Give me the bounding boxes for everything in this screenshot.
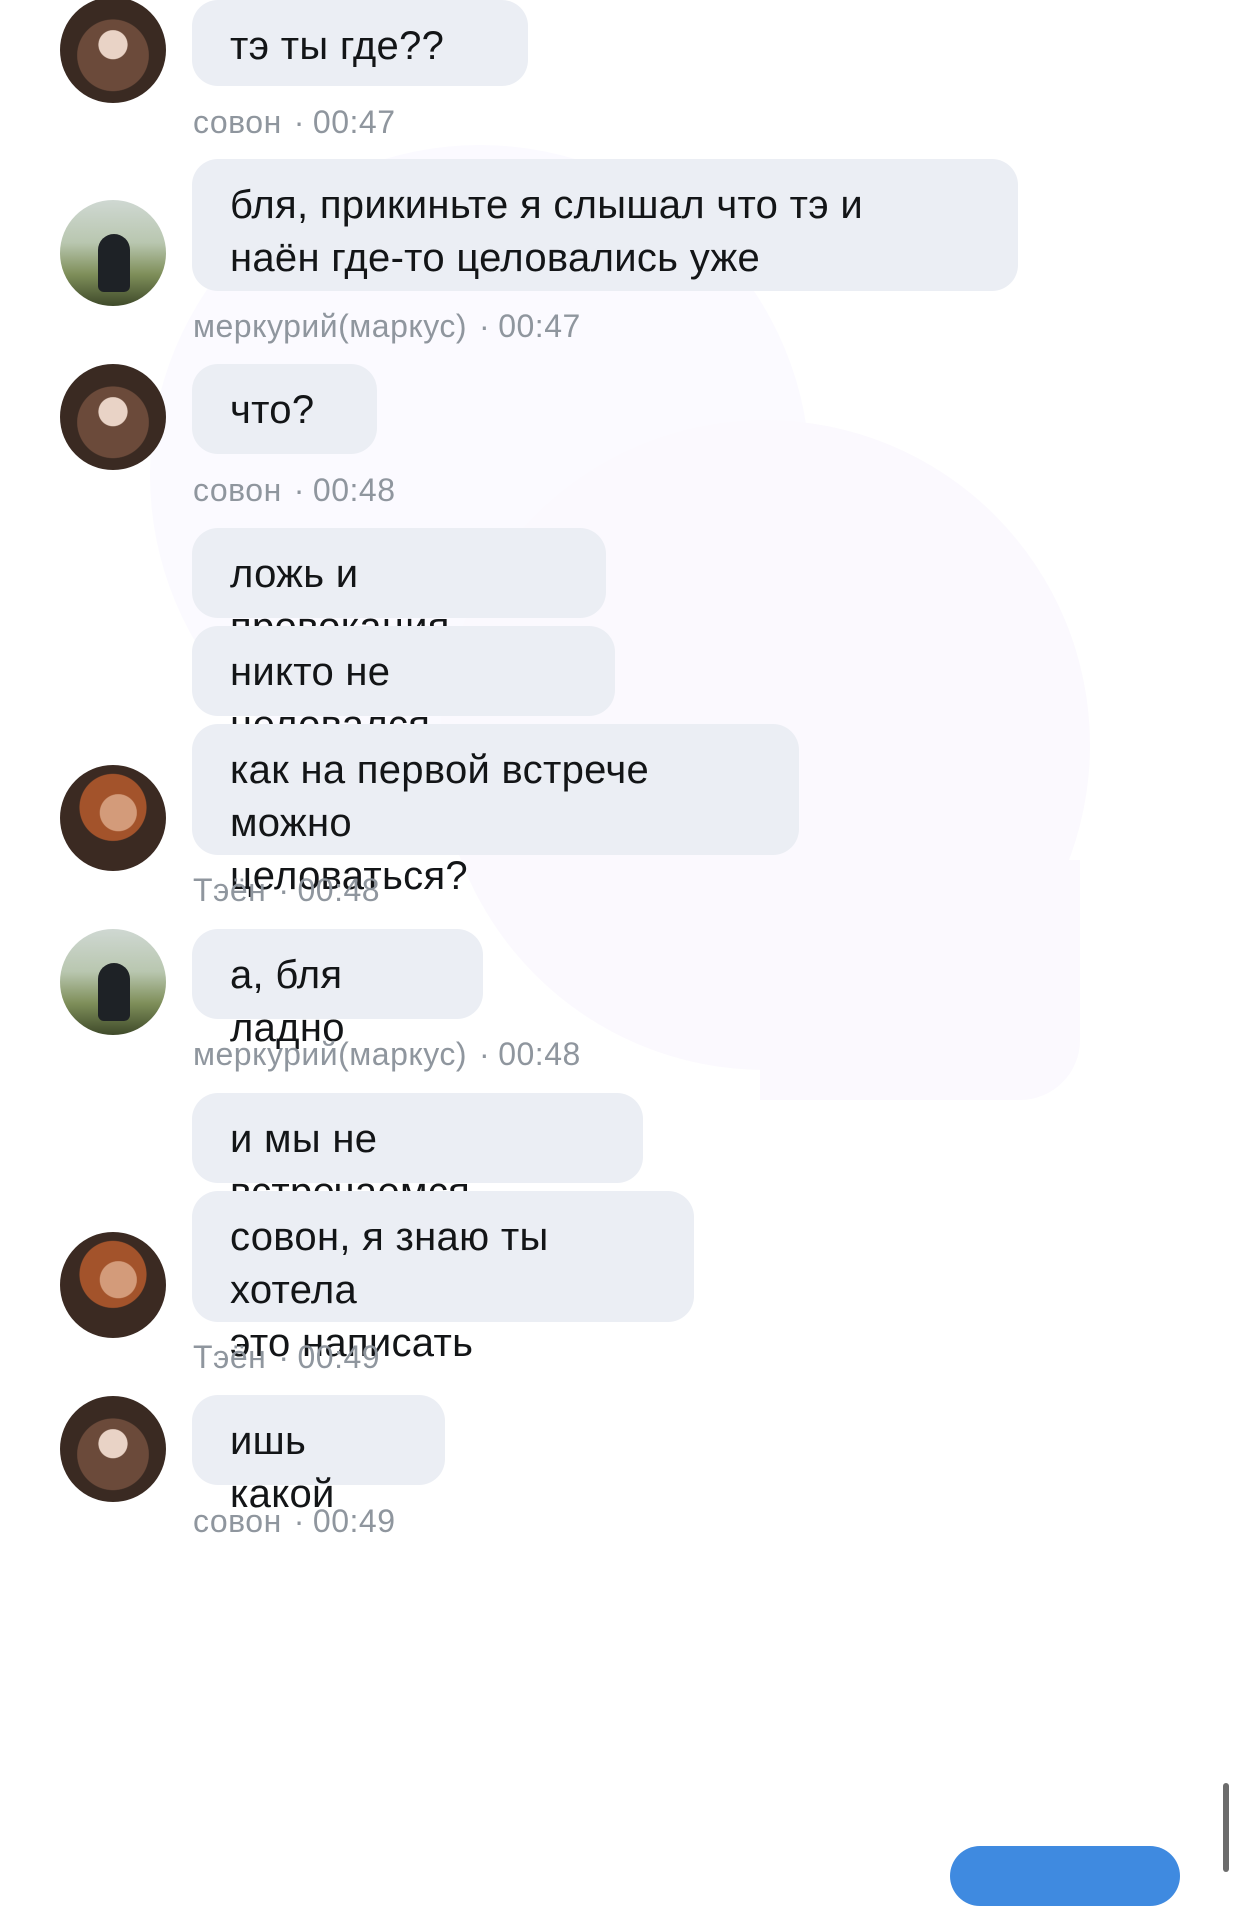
author-name[interactable]: меркурий(маркус): [193, 1036, 467, 1072]
message-bubble[interactable]: бля, прикиньте я слышал что тэ и наён гд…: [192, 159, 1018, 291]
author-name[interactable]: Тэён: [193, 872, 266, 908]
message-bubble[interactable]: тэ ты где??: [192, 0, 528, 86]
meta-separator: ·: [293, 472, 305, 508]
avatar-taeyong[interactable]: [60, 1232, 166, 1338]
message-time: 00:48: [297, 872, 381, 908]
message-time: 00:49: [312, 1503, 396, 1539]
message-meta: совон · 00:49: [193, 1503, 396, 1540]
avatar-sowon[interactable]: [60, 1396, 166, 1502]
avatar-markus[interactable]: [60, 929, 166, 1035]
meta-separator: ·: [479, 1036, 491, 1072]
meta-separator: ·: [479, 308, 491, 344]
message-bubble[interactable]: ишь какой: [192, 1395, 445, 1516]
author-name[interactable]: совон: [193, 104, 282, 140]
message-bubble[interactable]: как на первой встрече можно целоваться?: [192, 724, 799, 898]
message-time: 00:48: [312, 472, 396, 508]
message-time: 00:47: [498, 308, 581, 344]
message-bubble[interactable]: совон, я знаю ты хотела это написать: [192, 1191, 694, 1365]
message-bubble[interactable]: никто не целовался: [192, 626, 615, 747]
author-name[interactable]: совон: [193, 1503, 282, 1539]
message-bubble[interactable]: а, бля ладно: [192, 929, 483, 1050]
author-name[interactable]: совон: [193, 472, 282, 508]
message-meta: меркурий(маркус) · 00:48: [193, 1036, 581, 1073]
avatar-markus[interactable]: [60, 200, 166, 306]
message-bubble[interactable]: что?: [192, 364, 377, 454]
message-list[interactable]: тэ ты где?? совон · 00:47 бля, прикиньте я…: [0, 0, 1242, 1872]
author-name[interactable]: Тэён: [193, 1339, 266, 1375]
avatar-sowon[interactable]: [60, 0, 166, 103]
message-time: 00:49: [297, 1339, 381, 1375]
message-meta: совон · 00:48: [193, 472, 396, 509]
message-meta: Тэён · 00:48: [193, 872, 380, 909]
avatar-taeyong[interactable]: [60, 765, 166, 871]
message-meta: Тэён · 00:49: [193, 1339, 380, 1376]
message-meta: совон · 00:47: [193, 104, 396, 141]
message-meta: меркурий(маркус) · 00:47: [193, 308, 581, 345]
meta-separator: ·: [293, 104, 305, 140]
meta-separator: ·: [278, 872, 290, 908]
scroll-to-bottom-button[interactable]: [950, 1846, 1180, 1906]
avatar-sowon[interactable]: [60, 364, 166, 470]
message-bubble[interactable]: и мы не встречаемся: [192, 1093, 643, 1214]
author-name[interactable]: меркурий(маркус): [193, 308, 467, 344]
message-time: 00:48: [498, 1036, 581, 1072]
scrollbar[interactable]: [1223, 1783, 1229, 1872]
message-time: 00:47: [312, 104, 396, 140]
meta-separator: ·: [293, 1503, 305, 1539]
message-bubble[interactable]: ложь и провокация: [192, 528, 606, 649]
meta-separator: ·: [278, 1339, 290, 1375]
